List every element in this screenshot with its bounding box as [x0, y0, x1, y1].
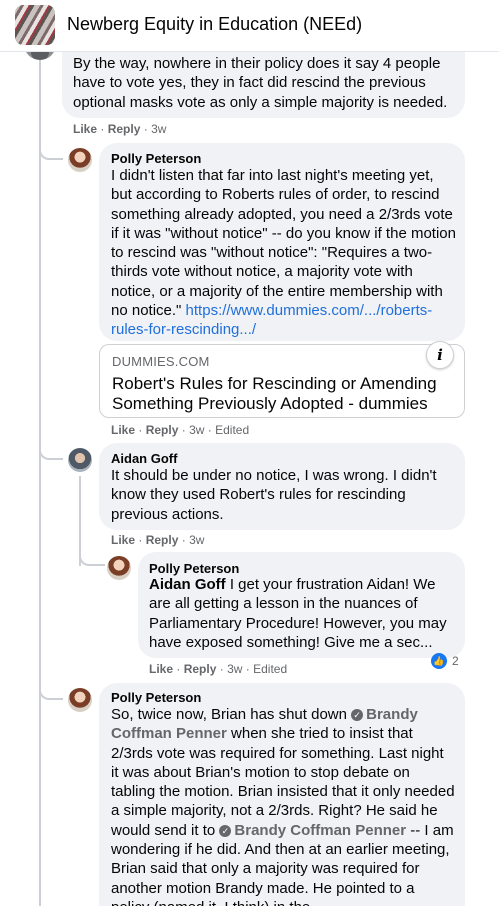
comment-text: It should be under no notice, I was wron… [111, 467, 437, 523]
commenter-avatar[interactable] [68, 688, 92, 712]
comment-text: I didn't listen that far into last night… [111, 167, 456, 339]
commenter-avatar[interactable] [68, 148, 92, 172]
info-icon[interactable]: i [426, 341, 454, 369]
edited-label[interactable]: Edited [253, 662, 287, 676]
commenter-avatar[interactable] [68, 448, 92, 472]
comment-actions: Like · Reply · 3w [111, 533, 205, 547]
edited-label[interactable]: Edited [215, 423, 249, 437]
verified-icon: ✓ [219, 824, 232, 837]
comment-text: By the way, nowhere in their policy does… [73, 55, 448, 111]
group-cover-thumbnail[interactable] [15, 5, 55, 45]
comment-actions: Like · Reply · 3w [73, 122, 167, 136]
reply-button[interactable]: Reply [146, 533, 179, 547]
comment-bubble: Polly Peterson Aidan Goff I get your fru… [138, 552, 465, 658]
thread-connector [79, 546, 105, 566]
comment-text: Aidan Goff I get your frustration Aidan!… [149, 576, 447, 651]
link-preview-card[interactable]: DUMMIES.COM Robert's Rules for Rescindin… [99, 341, 465, 418]
reply-button[interactable]: Reply [146, 423, 179, 437]
link-preview-domain: DUMMIES.COM [112, 354, 210, 369]
group-title[interactable]: Newberg Equity in Education (NEEd) [67, 14, 362, 35]
reaction-number: 2 [452, 654, 459, 668]
comment-actions: Like · Reply · 3w · Edited [111, 423, 250, 437]
like-button[interactable]: Like [73, 122, 97, 136]
comment-text: So, twice now, Brian has shut down ✓ Bran… [111, 706, 455, 906]
comment-timestamp[interactable]: 3w [151, 122, 166, 136]
comment-actions: Like · Reply · 3w · Edited [149, 662, 288, 676]
thread-connector [39, 138, 63, 160]
commenter-avatar[interactable] [107, 556, 131, 580]
reply-button[interactable]: Reply [184, 662, 217, 676]
thread-line-main [39, 60, 41, 906]
thread-connector [39, 438, 63, 460]
group-header: Newberg Equity in Education (NEEd) [0, 0, 499, 52]
comment-author[interactable]: Polly Peterson [111, 690, 201, 706]
mention-link[interactable]: ✓ Brandy Coffman Penner [219, 822, 406, 839]
comment-bubble: Polly Peterson So, twice now, Brian has … [99, 683, 465, 906]
mention-link[interactable]: Aidan Goff [149, 576, 226, 593]
comment-author[interactable]: Polly Peterson [111, 151, 201, 167]
like-button[interactable]: Like [111, 423, 135, 437]
link-preview-title[interactable]: Robert's Rules for Rescinding or Amendin… [112, 374, 442, 414]
reaction-count[interactable]: 👍 2 [431, 652, 459, 670]
comment-author[interactable]: Aidan Goff [111, 451, 177, 467]
comment-timestamp[interactable]: 3w [227, 662, 242, 676]
thread-connector [39, 678, 63, 700]
comment-timestamp[interactable]: 3w [189, 533, 204, 547]
like-button[interactable]: Like [111, 533, 135, 547]
comment-timestamp[interactable]: 3w [189, 423, 204, 437]
comment-bubble: Polly Peterson I didn't listen that far … [99, 143, 465, 341]
like-button[interactable]: Like [149, 662, 173, 676]
reply-button[interactable]: Reply [108, 122, 141, 136]
comment-bubble: Aidan Goff It should be under no notice,… [99, 443, 465, 530]
verified-icon: ✓ [351, 709, 364, 721]
thumbs-up-icon: 👍 [431, 653, 447, 669]
